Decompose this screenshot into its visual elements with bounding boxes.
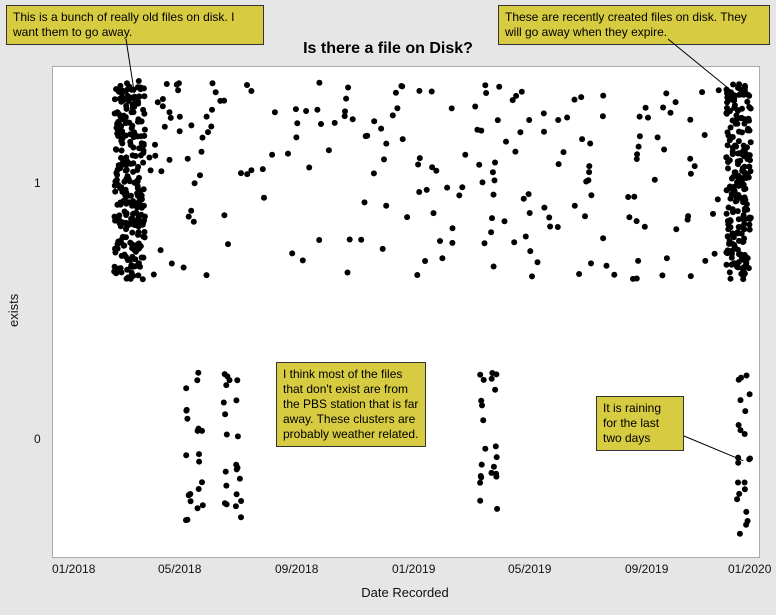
x-tick-2: 09/2018 [275, 562, 318, 576]
scatter-points [53, 67, 759, 557]
x-tick-4: 05/2019 [508, 562, 551, 576]
x-axis-label: Date Recorded [52, 585, 758, 600]
x-tick-1: 05/2018 [158, 562, 201, 576]
plot-area [52, 66, 760, 558]
annotation-raining: It is raining for the last two days [596, 396, 684, 451]
y-tick-1: 1 [34, 176, 41, 190]
y-tick-0: 0 [34, 432, 41, 446]
x-tick-6: 01/2020 [728, 562, 771, 576]
annotation-new-files: These are recently created files on disk… [498, 5, 770, 45]
x-tick-0: 01/2018 [52, 562, 95, 576]
annotation-pbs-weather: I think most of the files that don't exi… [276, 362, 426, 447]
x-tick-3: 01/2019 [392, 562, 435, 576]
annotation-old-files: This is a bunch of really old files on d… [6, 5, 264, 45]
y-axis-label: exists [6, 260, 21, 360]
chart-container: Is there a file on Disk? exists 1 0 01/2… [0, 0, 776, 615]
x-tick-5: 09/2019 [625, 562, 668, 576]
